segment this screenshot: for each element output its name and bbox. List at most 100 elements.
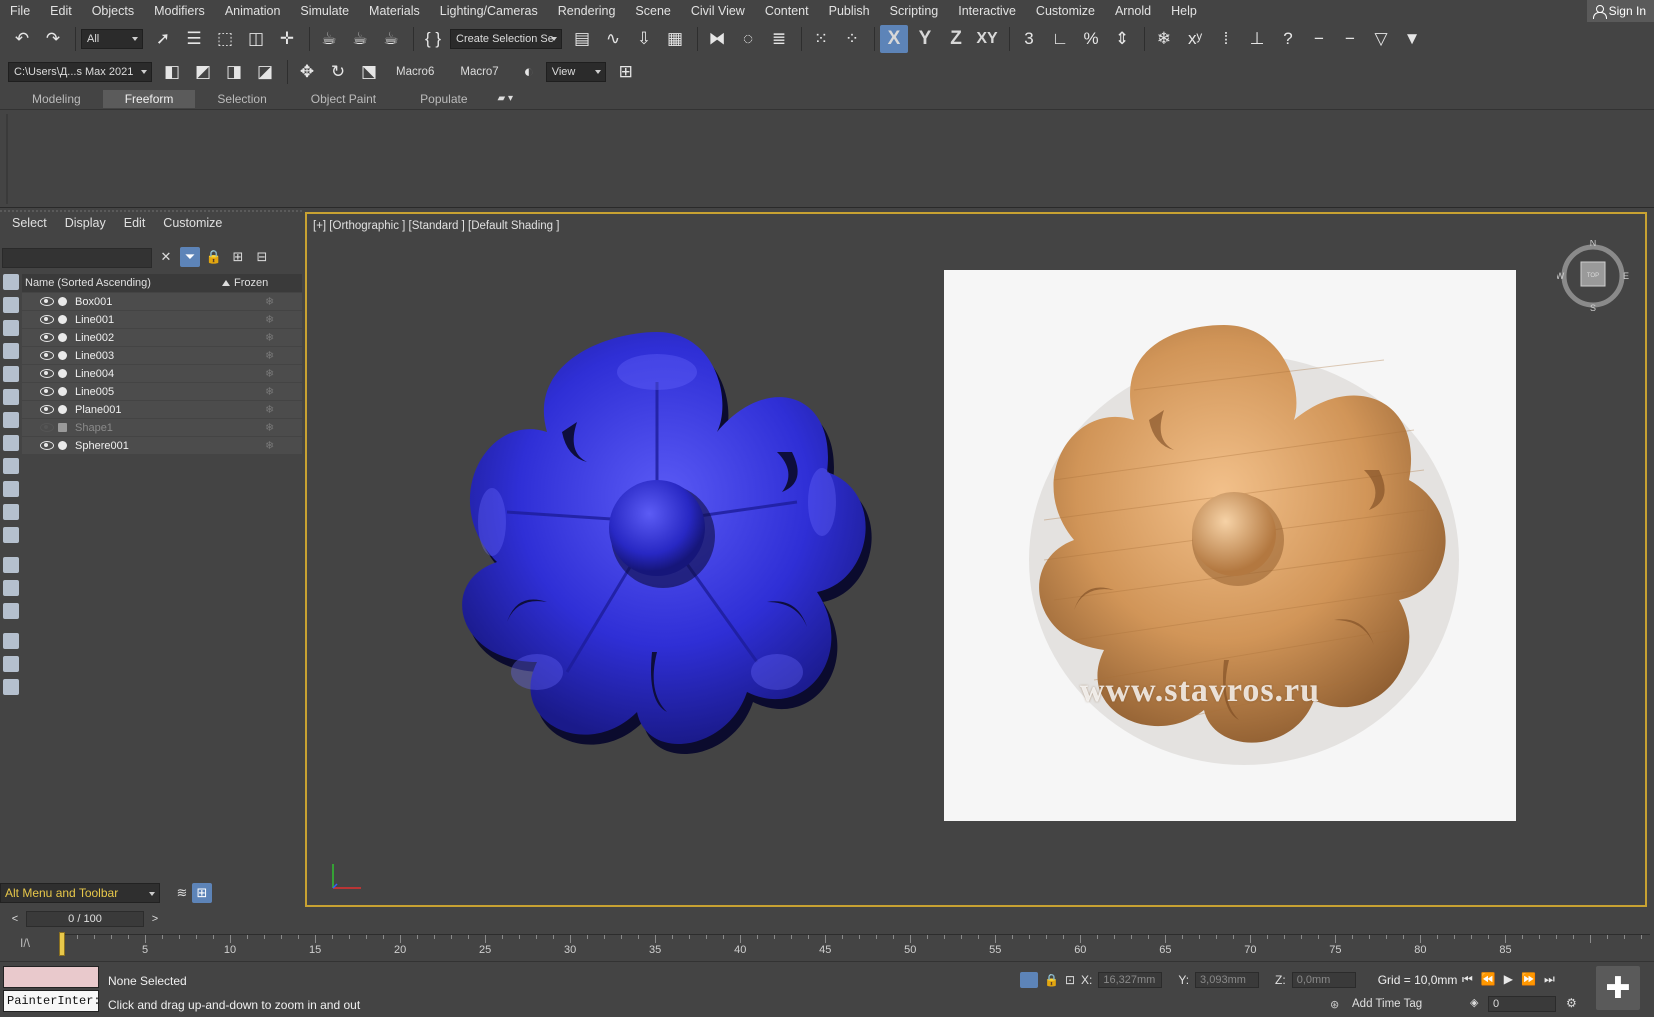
key-mode-icon[interactable]: ◈ bbox=[1470, 996, 1478, 1009]
lock-icon[interactable]: 🔒 bbox=[204, 247, 224, 267]
array-icon[interactable]: ◌ bbox=[734, 25, 762, 53]
mirror-icon[interactable]: ⧓ bbox=[703, 25, 731, 53]
freeze-snowflake-icon[interactable]: ❄ bbox=[265, 403, 274, 416]
tab-modeling[interactable]: Modeling bbox=[10, 90, 103, 108]
viewcube[interactable]: TOP N S E W bbox=[1557, 240, 1629, 312]
filter-hidden-icon[interactable] bbox=[3, 527, 19, 543]
absolute-mode-icon[interactable]: ⊡ bbox=[1065, 973, 1075, 987]
rendered-frame-icon[interactable]: ☕ bbox=[346, 25, 374, 53]
visibility-eye-icon[interactable] bbox=[40, 441, 54, 450]
layer-select-icon[interactable]: ◩ bbox=[189, 58, 217, 86]
visibility-eye-icon[interactable] bbox=[40, 333, 54, 342]
sort-by-layer-icon[interactable]: ≋ bbox=[172, 883, 192, 903]
snap-3d-icon[interactable]: 3 bbox=[1015, 25, 1043, 53]
tab-freeform[interactable]: Freeform bbox=[102, 89, 196, 108]
scale-icon[interactable]: ⬔ bbox=[355, 58, 383, 86]
freeze-snowflake-icon[interactable]: ❄ bbox=[265, 349, 274, 362]
table-row[interactable]: Line003 ❄ bbox=[22, 347, 302, 365]
reference-image-plane[interactable]: www.stavros.ru bbox=[944, 270, 1516, 821]
freeze-snowflake-icon[interactable]: ❄ bbox=[265, 313, 274, 326]
filter-cameras-icon[interactable] bbox=[3, 343, 19, 359]
select-move-icon[interactable]: ✛ bbox=[273, 25, 301, 53]
menu-materials[interactable]: Materials bbox=[359, 0, 430, 22]
viewport-navigation-button[interactable]: ✚ bbox=[1596, 966, 1640, 1010]
time-next-button[interactable]: > bbox=[148, 913, 162, 925]
selection-filter-dropdown[interactable]: All bbox=[81, 29, 143, 49]
table-row[interactable]: Shape1 ❄ bbox=[22, 419, 302, 437]
table-row[interactable]: Line001 ❄ bbox=[22, 311, 302, 329]
explorer-menu-customize[interactable]: Customize bbox=[163, 216, 222, 230]
align-icon[interactable]: ≣ bbox=[765, 25, 793, 53]
project-folder-dropdown[interactable]: C:\Users\Д...s Max 2021 bbox=[8, 62, 152, 82]
explorer-menu-display[interactable]: Display bbox=[65, 216, 106, 230]
reference-coordinate-icon[interactable]: ◐ bbox=[515, 58, 543, 86]
renderable-icon[interactable] bbox=[58, 405, 67, 414]
viewport-orthographic[interactable]: [+] [Orthographic ] [Standard ] [Default… bbox=[305, 212, 1647, 907]
hierarchy-icon[interactable]: ⊞ bbox=[228, 247, 248, 267]
renderable-icon[interactable] bbox=[58, 333, 67, 342]
isolate-selection-icon[interactable] bbox=[1020, 972, 1038, 988]
edit-named-sets-icon[interactable]: { } bbox=[419, 25, 447, 53]
macro6-button[interactable]: Macro6 bbox=[396, 66, 434, 78]
snap-freeze-icon[interactable]: ❄ bbox=[1150, 25, 1178, 53]
menu-objects[interactable]: Objects bbox=[82, 0, 144, 22]
renderable-icon[interactable] bbox=[58, 297, 67, 306]
named-selection-set-dropdown[interactable]: Create Selection Se bbox=[450, 29, 562, 49]
current-frame-field[interactable]: 0 bbox=[1488, 996, 1556, 1012]
render-production-icon[interactable]: ☕ bbox=[377, 25, 405, 53]
angle-snap-icon[interactable]: ∟ bbox=[1046, 25, 1074, 53]
window-crossing-icon[interactable]: ◫ bbox=[242, 25, 270, 53]
table-row[interactable]: Sphere001 ❄ bbox=[22, 437, 302, 455]
explorer-menu-select[interactable]: Select bbox=[12, 216, 47, 230]
select-object-icon[interactable]: ➚ bbox=[149, 25, 177, 53]
material-editor-icon[interactable]: ▦ bbox=[661, 25, 689, 53]
layer-set-current-icon[interactable]: ◨ bbox=[220, 58, 248, 86]
spinner-snap-icon[interactable]: ⁘ bbox=[838, 25, 866, 53]
viewport-label[interactable]: [+] [Orthographic ] [Standard ] [Default… bbox=[313, 220, 559, 232]
grid-points-icon[interactable]: ⁞ bbox=[1212, 25, 1240, 53]
table-row[interactable]: Line005 ❄ bbox=[22, 383, 302, 401]
undo-icon[interactable]: ↶ bbox=[8, 25, 36, 53]
axis-z-button[interactable]: Z bbox=[942, 25, 970, 53]
add-time-tag-button[interactable]: Add Time Tag bbox=[1352, 998, 1422, 1010]
render-setup-icon[interactable]: ☕ bbox=[315, 25, 343, 53]
snaps-toggle-icon[interactable]: ⁙ bbox=[807, 25, 835, 53]
table-row[interactable]: Box001 ❄ bbox=[22, 293, 302, 311]
redo-icon[interactable]: ↷ bbox=[39, 25, 67, 53]
axis-y-button[interactable]: Y bbox=[911, 25, 939, 53]
percent-snap-icon[interactable]: % bbox=[1077, 25, 1105, 53]
visibility-eye-icon[interactable] bbox=[40, 315, 54, 324]
menu-scripting[interactable]: Scripting bbox=[880, 0, 949, 22]
freeze-snowflake-icon[interactable]: ❄ bbox=[265, 385, 274, 398]
filter-shapes-icon[interactable] bbox=[3, 297, 19, 313]
y-coord-field[interactable]: 3,093mm bbox=[1195, 972, 1260, 988]
filter-groups-icon[interactable] bbox=[3, 412, 19, 428]
schematic-view-icon[interactable]: ⇩ bbox=[630, 25, 658, 53]
time-config-icon[interactable]: ⚙ bbox=[1566, 996, 1577, 1010]
filter-helpers-icon[interactable] bbox=[3, 366, 19, 382]
select-by-name-icon[interactable]: ☰ bbox=[180, 25, 208, 53]
clear-search-icon[interactable]: ✕ bbox=[156, 247, 176, 267]
selection-set-icon[interactable] bbox=[3, 679, 19, 695]
menu-arnold[interactable]: Arnold bbox=[1105, 0, 1161, 22]
reference-coordinate-dropdown[interactable]: View bbox=[545, 62, 606, 82]
tab-selection[interactable]: Selection bbox=[195, 90, 288, 108]
freeze-snowflake-icon[interactable]: ❄ bbox=[265, 295, 274, 308]
snap-xy-icon[interactable]: xʸ bbox=[1181, 25, 1209, 53]
menu-content[interactable]: Content bbox=[755, 0, 819, 22]
visibility-eye-icon[interactable] bbox=[40, 423, 54, 432]
macro7-button[interactable]: Macro7 bbox=[460, 66, 498, 78]
freeze-snowflake-icon[interactable]: ❄ bbox=[265, 421, 274, 434]
layer-hide-icon[interactable]: ◪ bbox=[251, 58, 279, 86]
column-name-header[interactable]: Name (Sorted Ascending) bbox=[22, 277, 222, 289]
previous-frame-icon[interactable]: ⏪ bbox=[1481, 972, 1496, 987]
table-row[interactable]: Plane001 ❄ bbox=[22, 401, 302, 419]
menu-customize[interactable]: Customize bbox=[1026, 0, 1105, 22]
menu-scene[interactable]: Scene bbox=[625, 0, 680, 22]
column-frozen-header[interactable]: Frozen bbox=[234, 277, 268, 289]
renderable-icon[interactable] bbox=[58, 351, 67, 360]
freeze-snowflake-icon[interactable]: ❄ bbox=[265, 367, 274, 380]
tab-populate[interactable]: Populate bbox=[398, 90, 489, 108]
go-to-start-icon[interactable]: ⏮ bbox=[1462, 972, 1473, 987]
sort-by-hierarchy-icon[interactable]: ⊞ bbox=[192, 883, 212, 903]
